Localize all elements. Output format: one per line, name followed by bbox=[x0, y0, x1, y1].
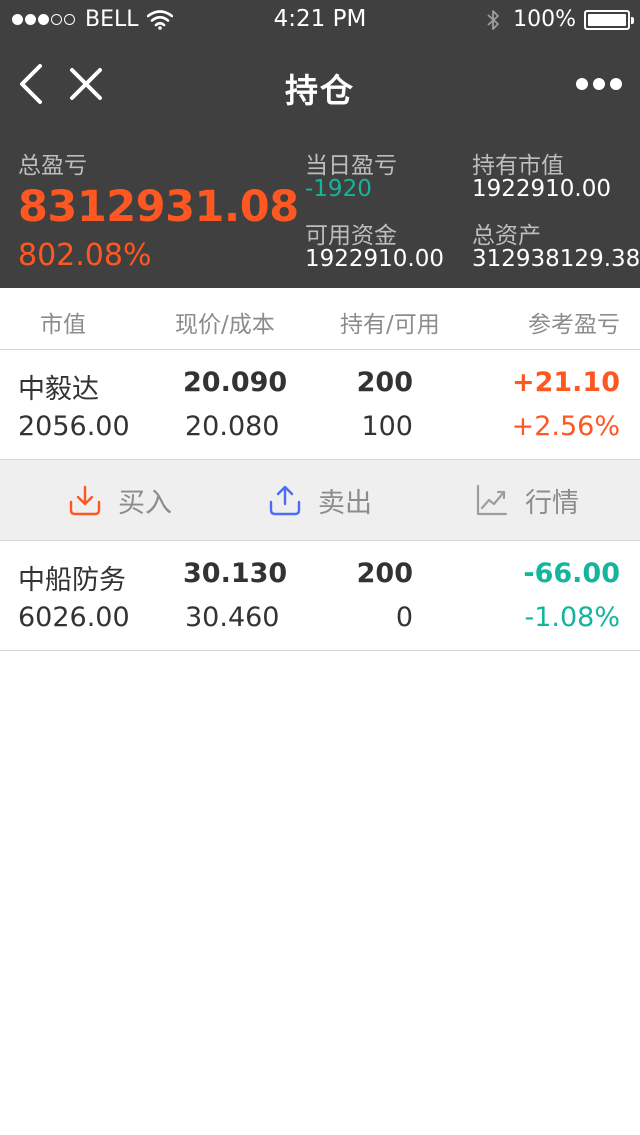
total-pl-value: 8312931.08 bbox=[18, 182, 299, 232]
current-price: 20.090 bbox=[183, 367, 288, 398]
column-header-price-cost: 现价/成本 bbox=[175, 312, 275, 338]
buy-button[interactable]: 买入 bbox=[68, 460, 172, 540]
total-assets-value: 312938129.38 bbox=[472, 246, 640, 272]
download-icon bbox=[69, 485, 101, 516]
table-row[interactable]: 中船防务 30.130 200 -66.00 6026.00 30.460 0 … bbox=[0, 541, 640, 651]
market-value: 6026.00 bbox=[18, 602, 130, 633]
stock-name: 中船防务 bbox=[18, 565, 126, 596]
column-header-hold-available: 持有/可用 bbox=[340, 312, 440, 338]
page-title: 持仓 bbox=[285, 71, 355, 110]
cost-price: 30.460 bbox=[185, 602, 280, 633]
action-bar: 买入 卖出 行情 bbox=[0, 460, 640, 541]
quote-label: 行情 bbox=[525, 487, 579, 519]
status-bar: BELL 4:21 PM 100% bbox=[0, 0, 640, 40]
current-price: 30.130 bbox=[183, 558, 288, 589]
total-pl-percent: 802.08% bbox=[18, 238, 152, 273]
reference-pl-percent: +2.56% bbox=[511, 411, 620, 442]
reference-pl-percent: -1.08% bbox=[524, 602, 620, 633]
market-value: 2056.00 bbox=[18, 411, 130, 442]
trend-chart-icon bbox=[476, 484, 508, 516]
table-header: 市值 现价/成本 持有/可用 参考盈亏 bbox=[0, 288, 640, 350]
total-pl-label: 总盈亏 bbox=[18, 153, 87, 179]
table-row[interactable]: 中毅达 20.090 200 +21.10 2056.00 20.080 100… bbox=[0, 350, 640, 460]
column-header-reference-pl: 参考盈亏 bbox=[528, 312, 620, 338]
total-assets-label: 总资产 bbox=[472, 223, 541, 249]
sell-button[interactable]: 卖出 bbox=[268, 460, 372, 540]
battery-percent: 100% bbox=[513, 7, 576, 32]
daily-pl-value: -1920 bbox=[305, 176, 372, 202]
quote-button[interactable]: 行情 bbox=[475, 460, 579, 540]
market-value-label: 持有市值 bbox=[472, 153, 564, 179]
available-quantity: 100 bbox=[361, 411, 413, 442]
column-header-market-value: 市值 bbox=[40, 312, 86, 338]
upload-icon bbox=[269, 485, 301, 516]
cost-price: 20.080 bbox=[185, 411, 280, 442]
buy-label: 买入 bbox=[118, 487, 172, 519]
available-funds-label: 可用资金 bbox=[305, 223, 397, 249]
holding-quantity: 200 bbox=[356, 558, 413, 589]
status-right: 100% bbox=[485, 7, 634, 32]
stock-name: 中毅达 bbox=[18, 374, 99, 405]
available-quantity: 0 bbox=[395, 602, 413, 633]
battery-icon bbox=[584, 9, 634, 30]
reference-pl: -66.00 bbox=[523, 558, 620, 589]
nav-bar: 持仓 bbox=[0, 44, 640, 124]
reference-pl: +21.10 bbox=[511, 367, 620, 398]
available-funds-value: 1922910.00 bbox=[305, 246, 445, 272]
market-value-value: 1922910.00 bbox=[472, 176, 612, 202]
sell-label: 卖出 bbox=[318, 487, 372, 519]
daily-pl-label: 当日盈亏 bbox=[305, 153, 397, 179]
header: BELL 4:21 PM 100% 持仓 总盈亏 8312931.08 802.… bbox=[0, 0, 640, 288]
more-icon[interactable] bbox=[576, 74, 622, 94]
bluetooth-icon bbox=[487, 9, 499, 30]
holding-quantity: 200 bbox=[356, 367, 413, 398]
